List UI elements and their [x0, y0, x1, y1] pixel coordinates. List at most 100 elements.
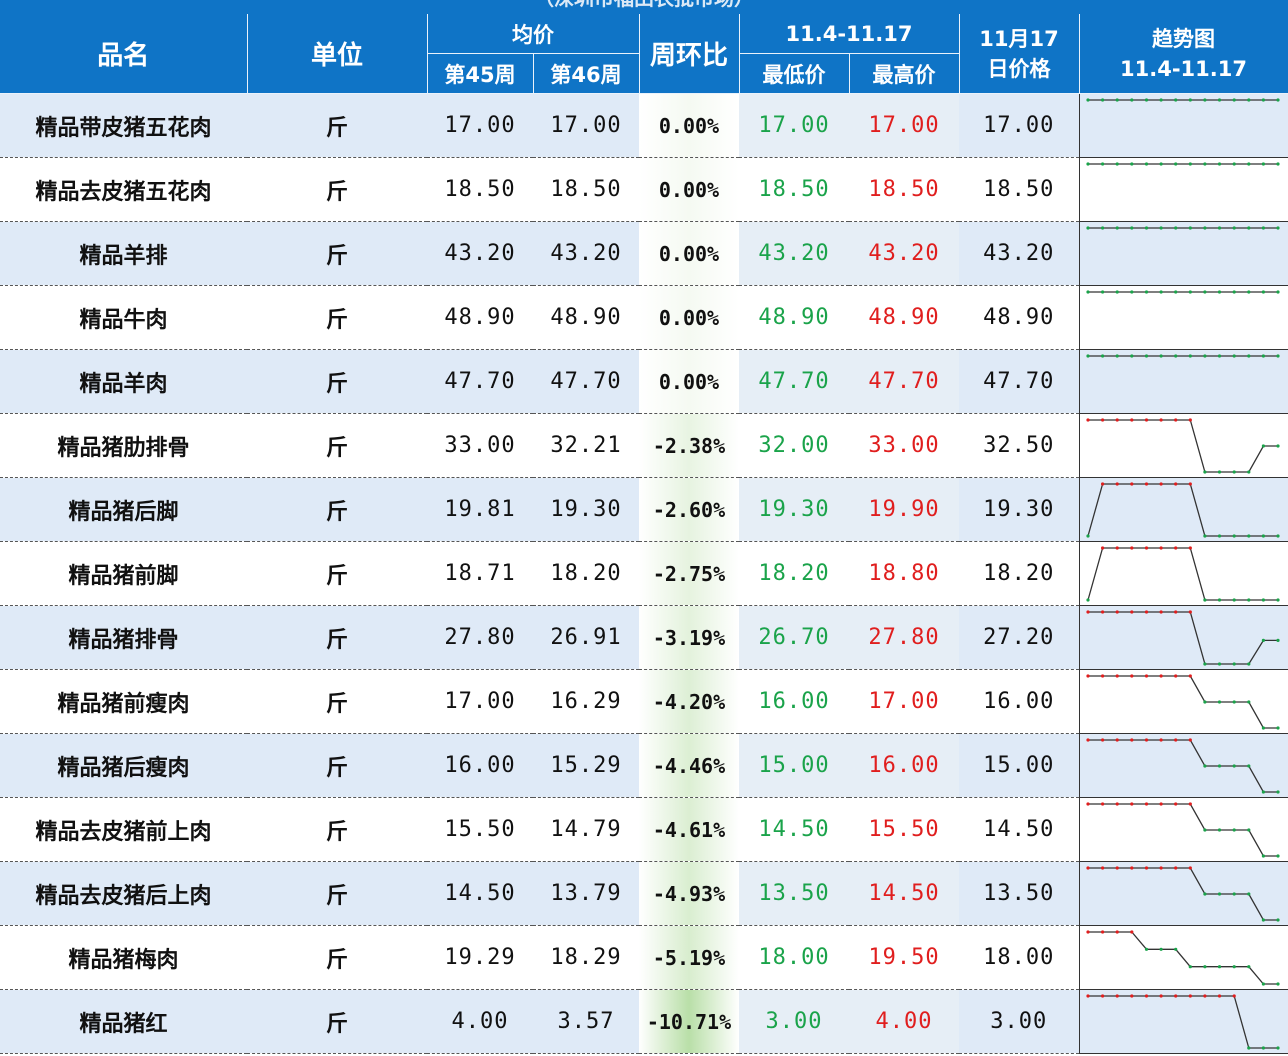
trend-point	[1202, 662, 1206, 666]
trend-point	[1275, 598, 1280, 602]
trend-point	[1115, 546, 1119, 550]
wow-change: -5.19%	[639, 925, 739, 990]
trend-point	[1246, 1046, 1250, 1050]
trend-point	[1202, 828, 1206, 832]
trend-point	[1129, 802, 1133, 806]
header-min: 最低价	[739, 53, 850, 94]
day-price: 19.30	[959, 477, 1079, 542]
trend-chart	[1085, 610, 1280, 666]
trend-point	[1188, 162, 1192, 166]
trend-point	[1173, 866, 1177, 870]
table-row: 精品去皮猪后上肉斤 14.50 13.79 -4.93% 13.50 14.50 13.50	[0, 861, 1288, 926]
trend-line	[1087, 995, 1278, 1049]
trend-point	[1115, 482, 1119, 486]
table-row: 精品羊肉斤 47.70 47.70 0.00% 47.70 47.70 47.70	[0, 349, 1288, 414]
trend-point	[1217, 162, 1221, 166]
table-row: 精品羊排斤 43.20 43.20 0.00% 43.20 43.20 43.20	[0, 221, 1288, 286]
wow-change: 0.00%	[639, 221, 739, 286]
trend-line	[1087, 611, 1278, 665]
min-price: 47.70	[739, 349, 849, 414]
trend-point	[1232, 290, 1236, 294]
trend-point	[1115, 290, 1119, 294]
trend-point	[1232, 764, 1236, 768]
week45-price: 18.71	[427, 541, 533, 606]
max-price: 15.50	[849, 797, 959, 862]
trend-point	[1188, 418, 1192, 422]
table-row: 精品猪红斤 4.00 3.57 -10.71% 3.00 4.00 3.00	[0, 989, 1288, 1054]
product-name: 精品猪梅肉	[0, 925, 247, 990]
trend-point	[1085, 674, 1090, 678]
trend-point	[1115, 994, 1119, 998]
week45-price: 15.50	[427, 797, 533, 862]
trend-point	[1217, 764, 1221, 768]
unit-cell: 斤	[247, 733, 427, 798]
trend-point	[1144, 162, 1148, 166]
trend-point	[1275, 918, 1280, 922]
day-price: 14.50	[959, 797, 1079, 862]
trend-chart	[1085, 546, 1280, 602]
trend-point	[1275, 790, 1280, 794]
trend-point	[1246, 828, 1250, 832]
trend-point	[1173, 162, 1177, 166]
trend-point	[1261, 638, 1265, 642]
trend-point	[1246, 534, 1250, 538]
trend-sparkline	[1078, 669, 1288, 734]
table-body: 精品带皮猪五花肉斤 17.00 17.00 0.00% 17.00 17.00 17.00 精…	[0, 93, 1288, 1054]
trend-point	[1261, 790, 1265, 794]
day-price: 16.00	[959, 669, 1079, 734]
max-price: 4.00	[849, 989, 959, 1054]
week46-price: 32.21	[533, 413, 639, 478]
trend-sparkline	[1078, 349, 1288, 414]
wow-change: -2.75%	[639, 541, 739, 606]
header-day-price: 11月17日价格	[959, 14, 1080, 94]
trend-point	[1100, 994, 1104, 998]
table-row: 精品猪前瘦肉斤 17.00 16.29 -4.20% 16.00 17.00 16.00	[0, 669, 1288, 734]
trend-point	[1246, 162, 1250, 166]
trend-point	[1129, 418, 1133, 422]
trend-point	[1173, 418, 1177, 422]
week46-price: 3.57	[533, 989, 639, 1054]
table-row: 精品猪前脚斤 18.71 18.20 -2.75% 18.20 18.80 18.20	[0, 541, 1288, 606]
week46-price: 18.50	[533, 157, 639, 222]
unit-cell: 斤	[247, 669, 427, 734]
trend-point	[1232, 598, 1236, 602]
week45-price: 19.29	[427, 925, 533, 990]
trend-sparkline	[1078, 477, 1288, 542]
week46-price: 26.91	[533, 605, 639, 670]
week45-price: 18.50	[427, 157, 533, 222]
table-row: 精品猪梅肉斤 19.29 18.29 -5.19% 18.00 19.50 18.00	[0, 925, 1288, 990]
min-price: 32.00	[739, 413, 849, 478]
product-name: 精品猪后瘦肉	[0, 733, 247, 798]
trend-point	[1232, 700, 1236, 704]
trend-chart	[1085, 674, 1280, 730]
day-price: 18.20	[959, 541, 1079, 606]
unit-cell: 斤	[247, 989, 427, 1054]
trend-point	[1261, 726, 1265, 730]
unit-cell: 斤	[247, 861, 427, 926]
trend-point	[1085, 290, 1090, 294]
product-name: 精品牛肉	[0, 285, 247, 350]
week46-price: 43.20	[533, 221, 639, 286]
min-price: 16.00	[739, 669, 849, 734]
trend-point	[1173, 546, 1177, 550]
trend-point	[1085, 98, 1090, 102]
table-row: 精品带皮猪五花肉斤 17.00 17.00 0.00% 17.00 17.00 17.00	[0, 93, 1288, 158]
unit-cell: 斤	[247, 477, 427, 542]
trend-point	[1202, 226, 1206, 230]
trend-point	[1188, 226, 1192, 230]
header-max: 最高价	[849, 53, 960, 94]
product-name: 精品羊排	[0, 221, 247, 286]
trend-point	[1275, 354, 1280, 358]
trend-point	[1129, 354, 1133, 358]
trend-point	[1144, 290, 1148, 294]
trend-point	[1085, 994, 1090, 998]
trend-point	[1144, 866, 1148, 870]
trend-point	[1129, 290, 1133, 294]
max-price: 48.90	[849, 285, 959, 350]
caption-text: （深圳市福田农批市场）	[534, 0, 754, 10]
table-row: 精品猪后脚斤 19.81 19.30 -2.60% 19.30 19.90 19.30	[0, 477, 1288, 542]
table-row: 精品猪肋排骨斤 33.00 32.21 -2.38% 32.00 33.00 32.50	[0, 413, 1288, 478]
trend-point	[1188, 546, 1192, 550]
trend-point	[1100, 354, 1104, 358]
trend-point	[1144, 226, 1148, 230]
